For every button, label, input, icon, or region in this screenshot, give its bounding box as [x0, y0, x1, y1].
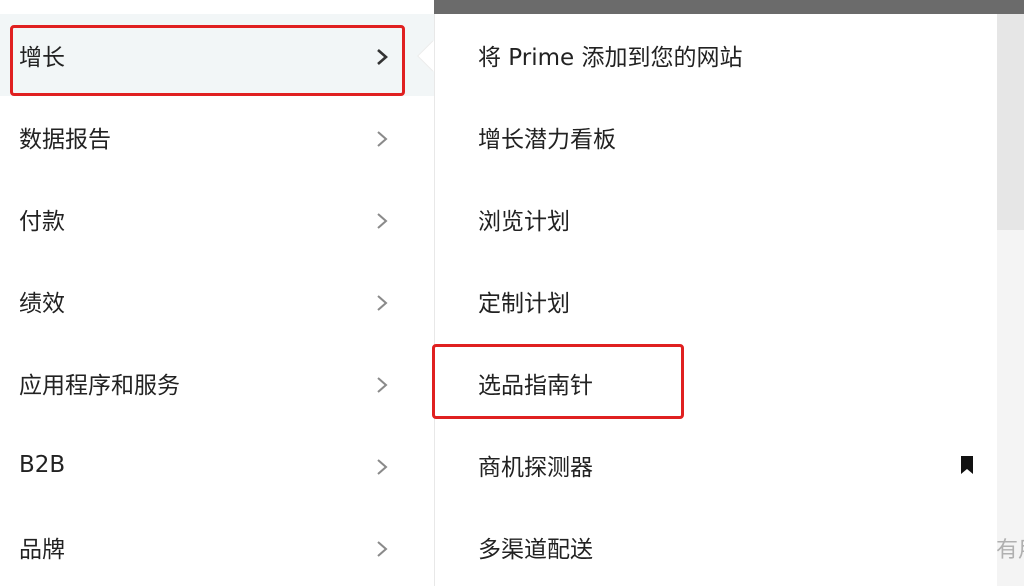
background-peek-text: 有用: [996, 538, 1024, 563]
menu-item-label: 应用程序和服务: [19, 373, 180, 399]
submenu-item-multichannel-fulfillment[interactable]: 多渠道配送: [435, 506, 998, 586]
menu-item-label: 增长: [19, 45, 65, 71]
chevron-right-icon: [376, 49, 388, 65]
bookmark-icon[interactable]: [960, 455, 974, 475]
chevron-right-icon: [376, 131, 388, 147]
chevron-right-icon: [376, 459, 388, 475]
submenu-item-label: 将 Prime 添加到您的网站: [478, 45, 743, 71]
chevron-right-icon: [376, 377, 388, 393]
menu-item-label: B2B: [19, 452, 66, 478]
menu-item-b2b[interactable]: B2B: [0, 424, 434, 506]
chevron-right-icon: [376, 213, 388, 229]
submenu-item-label: 商机探测器: [478, 455, 593, 481]
submenu-item-browse-plans[interactable]: 浏览计划: [435, 178, 998, 260]
main-menu: 增长 数据报告 付款 绩效 应用程序和服务 B2B 品牌: [0, 0, 434, 586]
submenu-item-growth-dashboard[interactable]: 增长潜力看板: [435, 96, 998, 178]
submenu-item-label: 选品指南针: [478, 373, 593, 399]
submenu-item-label: 浏览计划: [478, 209, 570, 235]
chevron-right-icon: [376, 541, 388, 557]
submenu-item-opportunity-explorer[interactable]: 商机探测器: [435, 424, 998, 506]
menu-item-label: 绩效: [19, 291, 65, 317]
submenu-item-custom-plans[interactable]: 定制计划: [435, 260, 998, 342]
submenu-item-product-compass[interactable]: 选品指南针: [435, 342, 998, 424]
menu-item-performance[interactable]: 绩效: [0, 260, 434, 342]
background-page-header: [434, 0, 1024, 14]
menu-item-label: 数据报告: [19, 127, 111, 153]
chevron-right-icon: [376, 295, 388, 311]
menu-item-growth[interactable]: 增长: [0, 14, 434, 96]
menu-item-label: 品牌: [19, 537, 65, 563]
menu-item-label: 付款: [19, 209, 65, 235]
submenu-item-add-prime[interactable]: 将 Prime 添加到您的网站: [435, 14, 998, 96]
app-stage: 有用 增长 数据报告 付款 绩效 应用程序和服务: [0, 0, 1024, 586]
submenu-item-label: 多渠道配送: [478, 537, 593, 563]
submenu-item-label: 增长潜力看板: [478, 127, 616, 153]
menu-item-brand[interactable]: 品牌: [0, 506, 434, 586]
menu-item-apps-services[interactable]: 应用程序和服务: [0, 342, 434, 424]
growth-submenu: 将 Prime 添加到您的网站 增长潜力看板 浏览计划 定制计划 选品指南针 商…: [434, 14, 997, 586]
menu-item-payments[interactable]: 付款: [0, 178, 434, 260]
submenu-item-label: 定制计划: [478, 291, 570, 317]
menu-item-data-reports[interactable]: 数据报告: [0, 96, 434, 178]
